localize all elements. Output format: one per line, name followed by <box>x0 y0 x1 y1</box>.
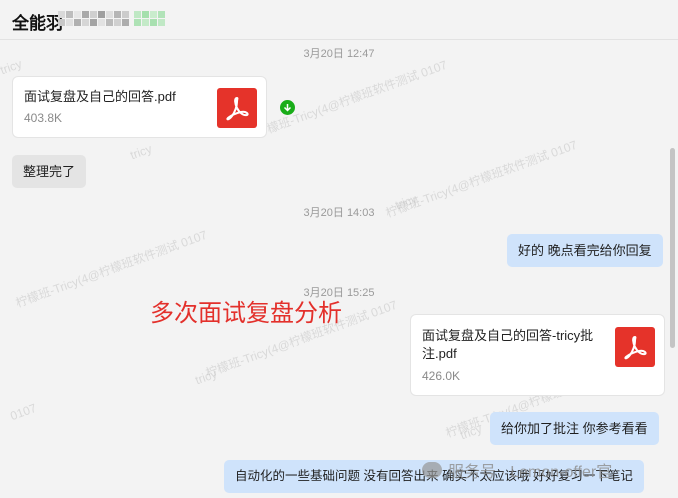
watermark: 柠檬班-Tricy(4@柠檬班软件测试 0107 <box>253 57 449 141</box>
file-size: 403.8K <box>24 111 63 125</box>
pdf-icon <box>615 327 655 367</box>
chat-header: 全能羽 <box>0 0 678 40</box>
blurred-name <box>58 11 129 26</box>
watermark: 0107 <box>8 400 39 424</box>
timestamp: 3月20日 12:47 <box>303 48 375 60</box>
file-name-line2: 注.pdf <box>422 346 457 361</box>
wechat-icon <box>422 462 442 478</box>
message-bubble[interactable]: 好的 晚点看完给你回复 <box>507 234 663 267</box>
file-name: 面试复盘及自己的回答.pdf <box>24 89 176 104</box>
download-icon[interactable] <box>280 100 295 115</box>
watermark: tricy <box>128 141 154 163</box>
annotation-text: 多次面试复盘分析 <box>150 299 342 327</box>
message-bubble[interactable]: 给你加了批注 你参考看看 <box>490 412 659 445</box>
pdf-icon <box>217 88 257 128</box>
promo-text: 服务号 · Lemon-offer官 <box>448 464 613 481</box>
blurred-badge <box>134 11 165 26</box>
file-message[interactable]: 面试复盘及自己的回答.pdf 403.8K <box>12 76 267 138</box>
file-name-line1: 面试复盘及自己的回答-tricy批 <box>422 328 594 343</box>
watermark: tricy <box>193 366 219 388</box>
timestamp: 3月20日 14:03 <box>303 207 375 219</box>
file-message[interactable]: 面试复盘及自己的回答-tricy批 注.pdf 426.0K <box>410 314 665 396</box>
chat-title[interactable]: 全能羽 <box>12 9 63 34</box>
file-size: 426.0K <box>422 369 461 383</box>
promo-watermark: 服务号 · Lemon-offer官 <box>422 458 612 482</box>
message-bubble[interactable]: 整理完了 <box>12 155 87 188</box>
watermark: tricy <box>458 421 484 443</box>
scrollbar[interactable] <box>670 148 675 348</box>
